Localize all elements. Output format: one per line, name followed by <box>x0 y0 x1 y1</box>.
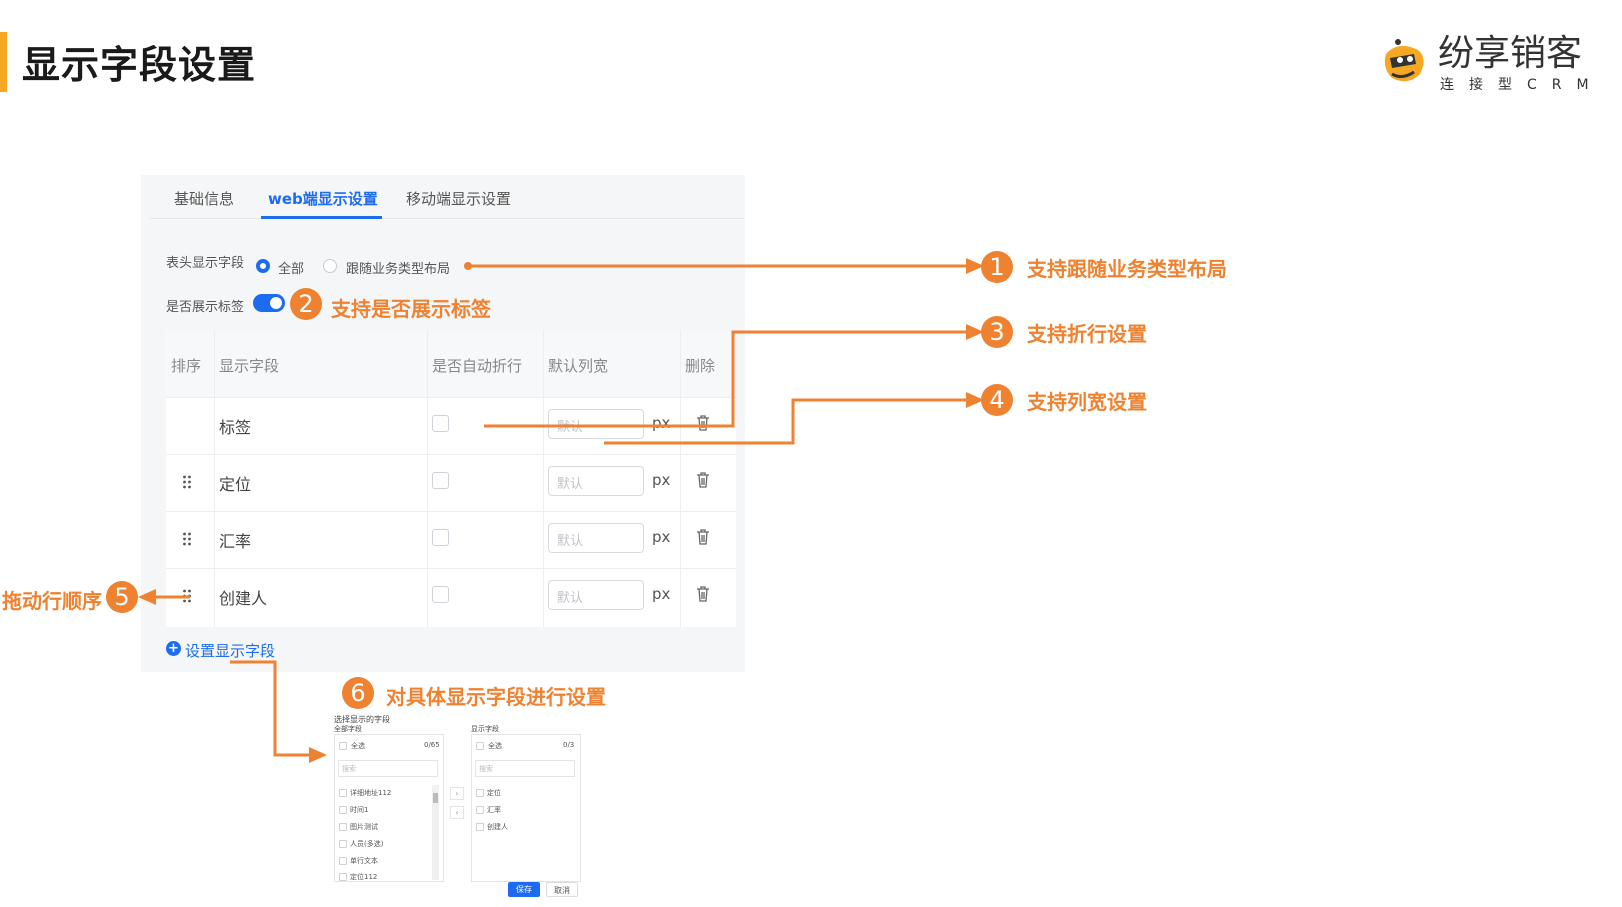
annotation-number: 5 <box>106 581 138 613</box>
select-all-checkbox[interactable] <box>476 742 484 750</box>
list-item[interactable]: 定位112 <box>350 872 377 882</box>
list-item[interactable]: 人员(多选) <box>350 839 383 849</box>
annotation-number: 4 <box>981 384 1013 416</box>
annotation-text: 拖动行顺序 <box>2 589 102 613</box>
move-left-button[interactable]: ‹ <box>450 806 464 819</box>
right-search-placeholder: 搜索 <box>479 765 493 773</box>
list-item[interactable]: 创建人 <box>487 822 508 832</box>
left-search-placeholder: 搜索 <box>342 765 356 773</box>
annotation-text: 支持跟随业务类型布局 <box>1027 257 1227 281</box>
scroll-thumb[interactable] <box>433 793 438 803</box>
item-checkbox[interactable] <box>339 789 347 797</box>
right-caption: 显示字段 <box>471 725 499 733</box>
cancel-button[interactable]: 取消 <box>546 882 578 897</box>
item-checkbox[interactable] <box>339 873 347 881</box>
annotation-text: 支持列宽设置 <box>1027 390 1147 414</box>
annotation-text: 支持是否展示标签 <box>331 297 491 321</box>
right-count: 0/3 <box>563 741 575 749</box>
select-all-label: 全选 <box>488 742 502 750</box>
item-checkbox[interactable] <box>339 840 347 848</box>
list-item[interactable]: 定位 <box>487 788 501 798</box>
save-button[interactable]: 保存 <box>508 882 540 897</box>
annotation-connectors <box>138 258 984 763</box>
list-item[interactable]: 详细地址112 <box>350 788 391 798</box>
annotation-number: 6 <box>342 677 374 709</box>
item-checkbox[interactable] <box>476 789 484 797</box>
item-checkbox[interactable] <box>339 806 347 814</box>
left-count: 0/65 <box>424 741 440 749</box>
move-right-button[interactable]: › <box>450 787 464 800</box>
item-checkbox[interactable] <box>339 857 347 865</box>
list-item[interactable]: 图片测试 <box>350 822 378 832</box>
list-item[interactable]: 单行文本 <box>350 856 378 866</box>
list-item[interactable]: 汇率 <box>487 805 501 815</box>
list-item[interactable]: 时间1 <box>350 805 368 815</box>
left-caption: 全部字段 <box>334 725 362 733</box>
select-all-checkbox[interactable] <box>339 742 347 750</box>
item-checkbox[interactable] <box>339 823 347 831</box>
annotation-number: 3 <box>981 316 1013 348</box>
annotation-text: 支持折行设置 <box>1027 322 1147 346</box>
annotation-number: 1 <box>981 251 1013 283</box>
annotation-number: 2 <box>290 288 322 320</box>
select-all-label: 全选 <box>351 742 365 750</box>
item-checkbox[interactable] <box>476 823 484 831</box>
annotation-text: 对具体显示字段进行设置 <box>386 685 606 709</box>
item-checkbox[interactable] <box>476 806 484 814</box>
